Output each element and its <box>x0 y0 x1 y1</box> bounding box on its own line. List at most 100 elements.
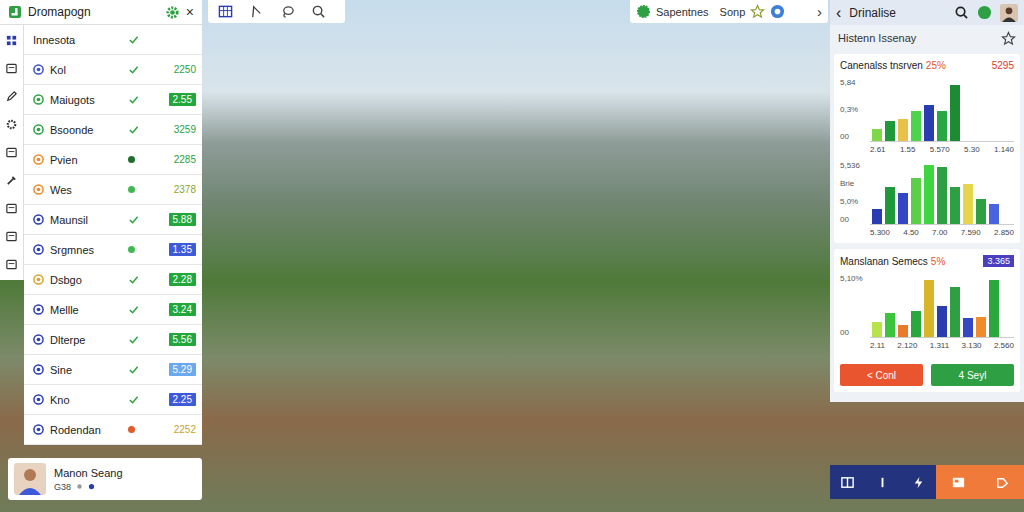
list-row[interactable]: Dsbgo 2.28 <box>24 265 202 295</box>
chart-bar[interactable] <box>911 311 921 337</box>
edit-icon[interactable] <box>5 90 18 103</box>
axis-tick: 5,0% <box>840 198 870 206</box>
search-icon[interactable] <box>954 5 969 20</box>
chart-bar[interactable] <box>937 111 947 141</box>
back-button[interactable]: ‹ <box>836 4 841 22</box>
chart-bar[interactable] <box>911 111 921 141</box>
action-button[interactable]: 4 Seyl <box>931 364 1014 386</box>
puzzle-icon[interactable] <box>5 230 18 243</box>
chart-bar[interactable] <box>885 121 895 141</box>
star-icon[interactable] <box>750 4 765 19</box>
chart-bar[interactable] <box>885 313 895 337</box>
shape-icon[interactable] <box>995 475 1010 490</box>
list-row[interactable]: Bsoonde 3259 <box>24 115 202 145</box>
user-card[interactable]: Manon Seang G38 <box>8 458 202 500</box>
image-icon[interactable] <box>5 62 18 75</box>
layout-icon[interactable] <box>5 202 18 215</box>
gear-icon[interactable] <box>165 5 180 20</box>
account-icon[interactable] <box>770 4 785 19</box>
item-name: Innesota <box>33 34 122 46</box>
list-row[interactable]: Innesota <box>24 25 202 55</box>
chart-bar[interactable] <box>885 187 895 224</box>
chart-bar[interactable] <box>898 193 908 224</box>
right-panel: ‹ Drinalise Histenn Issenay Canenalss tn… <box>830 0 1024 402</box>
chart-bar[interactable] <box>872 129 882 141</box>
gear-icon[interactable] <box>5 118 18 131</box>
axis-tick: 5,84 <box>840 79 870 87</box>
star-icon[interactable] <box>1001 31 1016 46</box>
list-row[interactable]: Wes 2378 <box>24 175 202 205</box>
pen-icon[interactable] <box>249 4 264 19</box>
image-icon[interactable] <box>951 475 966 490</box>
screen: Dromapogn × Innesota Kol 2250 Maiugots 2… <box>0 0 1024 512</box>
list-row[interactable]: Dlterpe 5.56 <box>24 325 202 355</box>
chart-plot <box>870 275 1014 338</box>
chart-bar[interactable] <box>963 318 973 337</box>
chart-bar[interactable] <box>950 287 960 337</box>
table-icon[interactable] <box>5 258 18 271</box>
grid-icon[interactable] <box>5 34 18 47</box>
chart-bar[interactable] <box>924 280 934 337</box>
top-right-toolbar: Sapentnes Sonp › <box>630 0 828 23</box>
panel-icon[interactable] <box>840 475 855 490</box>
item-name: Srgmnes <box>50 244 122 256</box>
chart-bar[interactable] <box>924 105 934 141</box>
chart-bar[interactable] <box>872 209 882 225</box>
line-icon[interactable] <box>875 475 890 490</box>
item-name: Pvien <box>50 154 122 166</box>
chart-bar[interactable] <box>950 187 960 224</box>
check-icon <box>128 64 139 75</box>
check-icon <box>128 94 139 105</box>
chart-bar[interactable] <box>937 167 947 224</box>
list-row[interactable]: Maiugots 2.55 <box>24 85 202 115</box>
list-row[interactable]: Pvien 2285 <box>24 145 202 175</box>
chart-bar[interactable] <box>924 165 934 224</box>
toolbar-label[interactable]: Sapentnes <box>656 6 709 18</box>
chart-bar[interactable] <box>989 280 999 337</box>
list-row[interactable]: Sine 5.29 <box>24 355 202 385</box>
avatar-icon[interactable] <box>1000 4 1018 22</box>
item-name: Dsbgo <box>50 274 122 286</box>
chart-bar[interactable] <box>898 325 908 337</box>
chart-bar[interactable] <box>989 204 999 224</box>
axis-label: 2.850 <box>994 228 1014 237</box>
list-row[interactable]: Mellle 3.24 <box>24 295 202 325</box>
check-icon <box>128 124 139 135</box>
chart-bar[interactable] <box>937 306 947 337</box>
close-button[interactable]: × <box>186 4 194 20</box>
list-row[interactable]: Kno 2.25 <box>24 385 202 415</box>
item-value: 2285 <box>174 154 196 165</box>
list-row[interactable]: Srgmnes 1.35 <box>24 235 202 265</box>
axis-label: 2.11 <box>870 341 885 350</box>
item-icon <box>33 244 44 255</box>
list-row[interactable]: Rodendan 2252 <box>24 415 202 445</box>
bolt-icon[interactable] <box>911 475 926 490</box>
check-icon <box>128 304 139 315</box>
chevron-button[interactable]: › <box>817 3 822 20</box>
chart-bar[interactable] <box>976 199 986 224</box>
list-row[interactable]: Maunsil 5.88 <box>24 205 202 235</box>
toolbar-label[interactable]: Sonp <box>720 6 746 18</box>
doc-icon[interactable] <box>5 146 18 159</box>
action-button[interactable]: < Conl <box>840 364 923 386</box>
grid-icon[interactable] <box>218 4 233 19</box>
chart-bar[interactable] <box>950 85 960 141</box>
chart-bar[interactable] <box>898 119 908 141</box>
list-row[interactable]: Kol 2250 <box>24 55 202 85</box>
chart-bar[interactable] <box>911 178 921 225</box>
chart-bar[interactable] <box>976 317 986 337</box>
chart-bar[interactable] <box>872 322 882 338</box>
item-icon <box>33 364 44 375</box>
status-icon[interactable] <box>977 5 992 20</box>
axis-tick: 5,536 <box>840 162 870 170</box>
bottom-toolbar <box>830 465 1024 499</box>
axis-tick: Brie <box>840 180 870 188</box>
card-title: Canenalss tnsrven <box>840 60 923 71</box>
lasso-icon[interactable] <box>280 4 295 19</box>
chart-bar[interactable] <box>963 184 973 224</box>
item-value: 2.55 <box>169 93 196 106</box>
search-icon[interactable] <box>311 4 326 19</box>
tool-icon[interactable] <box>5 174 18 187</box>
item-value: 3.24 <box>169 303 196 316</box>
item-value: 5.88 <box>169 213 196 226</box>
